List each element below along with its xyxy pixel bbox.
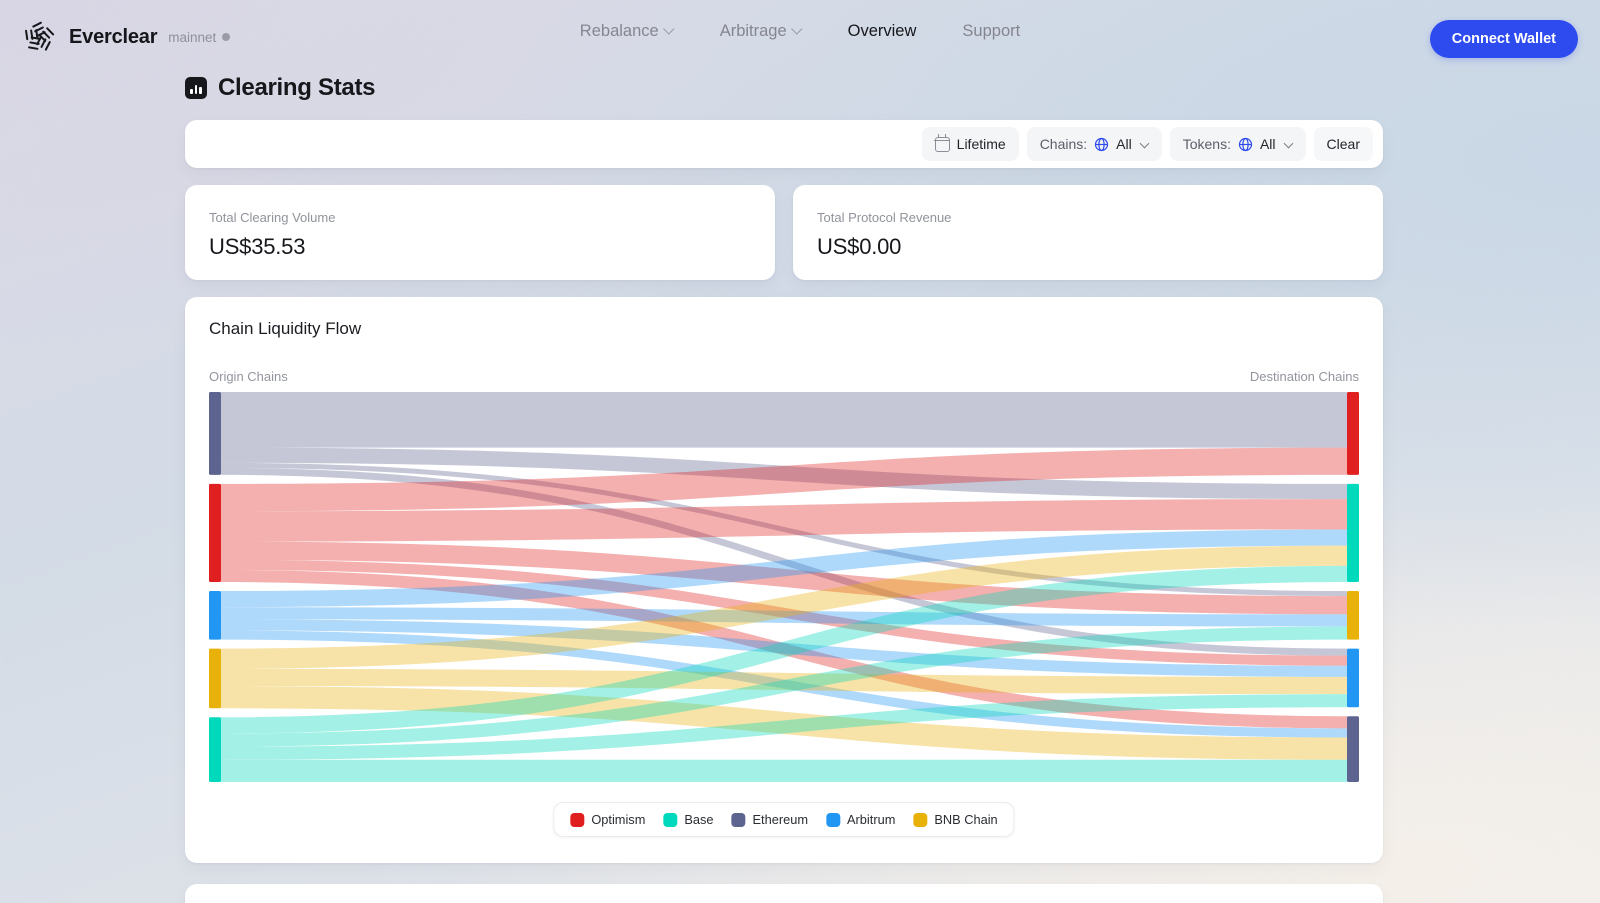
nav-item-rebalance[interactable]: Rebalance xyxy=(580,22,674,41)
origin-chains-label: Origin Chains xyxy=(209,369,288,384)
sankey-diagram xyxy=(185,392,1383,782)
sankey-node-destination-bnb-chain[interactable] xyxy=(1347,591,1359,640)
nav-item-label: Rebalance xyxy=(580,22,659,41)
nav-item-label: Overview xyxy=(848,22,917,41)
stat-value: US$35.53 xyxy=(209,234,751,260)
nav-item-label: Support xyxy=(962,22,1020,41)
legend-swatch-optimism xyxy=(570,813,584,827)
network-status-dot-icon xyxy=(222,33,230,41)
chevron-down-icon xyxy=(1141,140,1149,148)
sankey-node-origin-bnb-chain[interactable] xyxy=(209,649,221,709)
page-title: Clearing Stats xyxy=(185,74,375,102)
brand-name: Everclear xyxy=(69,26,157,49)
chains-filter-label: Chains: xyxy=(1040,136,1087,152)
next-section-card xyxy=(185,884,1383,903)
sankey-node-origin-arbitrum[interactable] xyxy=(209,591,221,640)
chart-title: Chain Liquidity Flow xyxy=(209,319,361,339)
legend-item-optimism[interactable]: Optimism xyxy=(570,812,645,827)
page-title-text: Clearing Stats xyxy=(218,74,375,102)
legend-item-base[interactable]: Base xyxy=(663,812,713,827)
brand-logo-group[interactable]: Everclear mainnet xyxy=(20,18,230,56)
legend-label: BNB Chain xyxy=(934,812,997,827)
chevron-down-icon xyxy=(665,25,674,34)
legend-label: Optimism xyxy=(591,812,645,827)
calendar-icon xyxy=(935,137,950,152)
legend-swatch-bnb-chain xyxy=(913,813,927,827)
top-navbar: Everclear mainnet Rebalance Arbitrage Ov… xyxy=(0,0,1600,74)
legend-swatch-base xyxy=(663,813,677,827)
nav-item-support[interactable]: Support xyxy=(962,22,1020,41)
legend-swatch-ethereum xyxy=(732,813,746,827)
nav-item-label: Arbitrage xyxy=(720,22,787,41)
sankey-node-destination-arbitrum[interactable] xyxy=(1347,649,1359,708)
sankey-link[interactable] xyxy=(221,392,1347,448)
sankey-node-origin-optimism[interactable] xyxy=(209,484,221,582)
nav-item-overview[interactable]: Overview xyxy=(848,22,917,41)
sankey-node-origin-ethereum[interactable] xyxy=(209,392,221,475)
legend-label: Arbitrum xyxy=(847,812,895,827)
bar-chart-icon xyxy=(185,77,207,99)
sankey-link[interactable] xyxy=(221,760,1347,782)
legend-swatch-arbitrum xyxy=(826,813,840,827)
chains-filter-value: All xyxy=(1116,136,1132,152)
chevron-down-icon xyxy=(793,25,802,34)
tokens-filter-value: All xyxy=(1260,136,1276,152)
everclear-pinwheel-logo-icon xyxy=(20,18,58,56)
nav-item-arbitrage[interactable]: Arbitrage xyxy=(720,22,802,41)
chain-liquidity-flow-card: Chain Liquidity Flow Origin Chains Desti… xyxy=(185,297,1383,863)
stat-label: Total Protocol Revenue xyxy=(817,210,1359,225)
nav-links: Rebalance Arbitrage Overview Support xyxy=(580,22,1020,41)
sankey-node-destination-optimism[interactable] xyxy=(1347,392,1359,475)
connect-wallet-button[interactable]: Connect Wallet xyxy=(1430,20,1578,58)
chevron-down-icon xyxy=(1285,140,1293,148)
tokens-filter-label: Tokens: xyxy=(1183,136,1231,152)
legend-label: Ethereum xyxy=(753,812,808,827)
sankey-node-destination-base[interactable] xyxy=(1347,484,1359,582)
chart-legend: Optimism Base Ethereum Arbitrum BNB Chai… xyxy=(553,802,1014,837)
legend-item-bnb-chain[interactable]: BNB Chain xyxy=(913,812,997,827)
clear-filters-button[interactable]: Clear xyxy=(1314,127,1373,161)
clear-filters-label: Clear xyxy=(1327,136,1360,152)
sankey-svg xyxy=(185,392,1383,782)
legend-item-ethereum[interactable]: Ethereum xyxy=(732,812,808,827)
stat-card-total-clearing-volume: Total Clearing Volume US$35.53 xyxy=(185,185,775,280)
network-badge: mainnet xyxy=(168,30,230,45)
filter-bar: Lifetime Chains: All Tokens: All Clear xyxy=(185,120,1383,168)
globe-icon xyxy=(1238,137,1253,152)
date-range-label: Lifetime xyxy=(957,136,1006,152)
stat-card-total-protocol-revenue: Total Protocol Revenue US$0.00 xyxy=(793,185,1383,280)
legend-label: Base xyxy=(684,812,713,827)
tokens-filter[interactable]: Tokens: All xyxy=(1170,127,1306,161)
globe-icon xyxy=(1094,137,1109,152)
stat-value: US$0.00 xyxy=(817,234,1359,260)
chains-filter[interactable]: Chains: All xyxy=(1027,127,1162,161)
date-range-filter[interactable]: Lifetime xyxy=(922,127,1019,161)
legend-item-arbitrum[interactable]: Arbitrum xyxy=(826,812,895,827)
sankey-node-destination-ethereum[interactable] xyxy=(1347,716,1359,782)
sankey-node-origin-base[interactable] xyxy=(209,717,221,782)
destination-chains-label: Destination Chains xyxy=(1250,369,1359,384)
network-label: mainnet xyxy=(168,30,216,45)
stat-label: Total Clearing Volume xyxy=(209,210,751,225)
